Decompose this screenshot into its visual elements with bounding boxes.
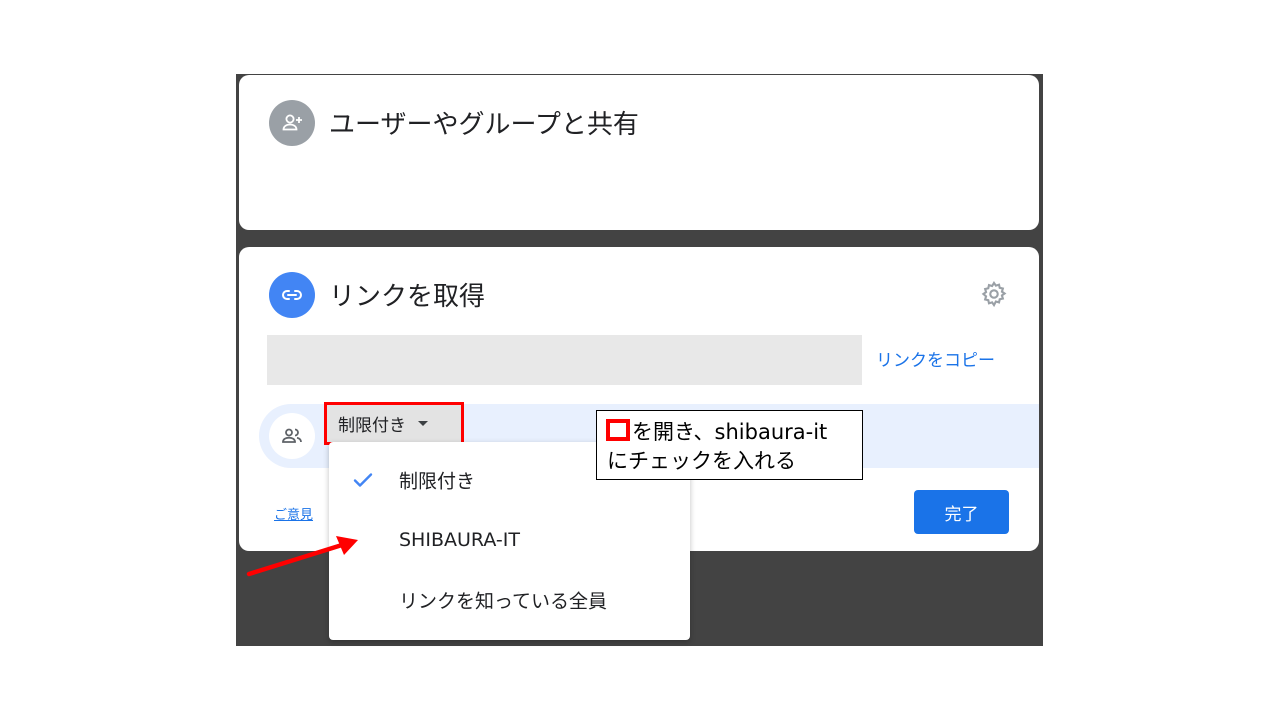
gear-icon[interactable] <box>980 280 1008 308</box>
red-box-marker <box>606 419 630 441</box>
menu-item-label: 制限付き <box>399 470 476 493</box>
caret-down-icon <box>418 421 428 426</box>
instruction-line-1: を開き、shibaura-it <box>632 420 828 444</box>
red-arrow-annotation <box>246 536 358 577</box>
access-level-dropdown[interactable]: 制限付き <box>324 402 464 445</box>
share-card-title: ユーザーやグループと共有 <box>329 110 639 140</box>
share-card: ユーザーやグループと共有 <box>239 75 1039 230</box>
person-add-icon[interactable] <box>269 100 315 146</box>
instruction-line-2: にチェックを入れる <box>607 449 796 473</box>
link-url-field[interactable] <box>267 335 862 385</box>
menu-item-label: リンクを知っている全員 <box>399 590 608 613</box>
done-button[interactable]: 完了 <box>914 490 1009 534</box>
link-icon <box>269 272 315 318</box>
menu-item-label: SHIBAURA-IT <box>399 529 520 551</box>
instruction-callout: を開き、shibaura-it にチェックを入れる <box>596 410 863 480</box>
access-level-selected: 制限付き <box>338 416 406 436</box>
feedback-link[interactable]: ご意見 <box>274 504 313 523</box>
get-link-title: リンクを取得 <box>329 282 486 312</box>
check-icon <box>353 473 373 487</box>
people-icon <box>269 413 315 459</box>
menu-item-anyone-with-link[interactable]: リンクを知っている全員 <box>329 570 690 630</box>
copy-link-button[interactable]: リンクをコピー <box>876 346 995 371</box>
menu-item-shibaura-it[interactable]: SHIBAURA-IT <box>329 510 690 570</box>
